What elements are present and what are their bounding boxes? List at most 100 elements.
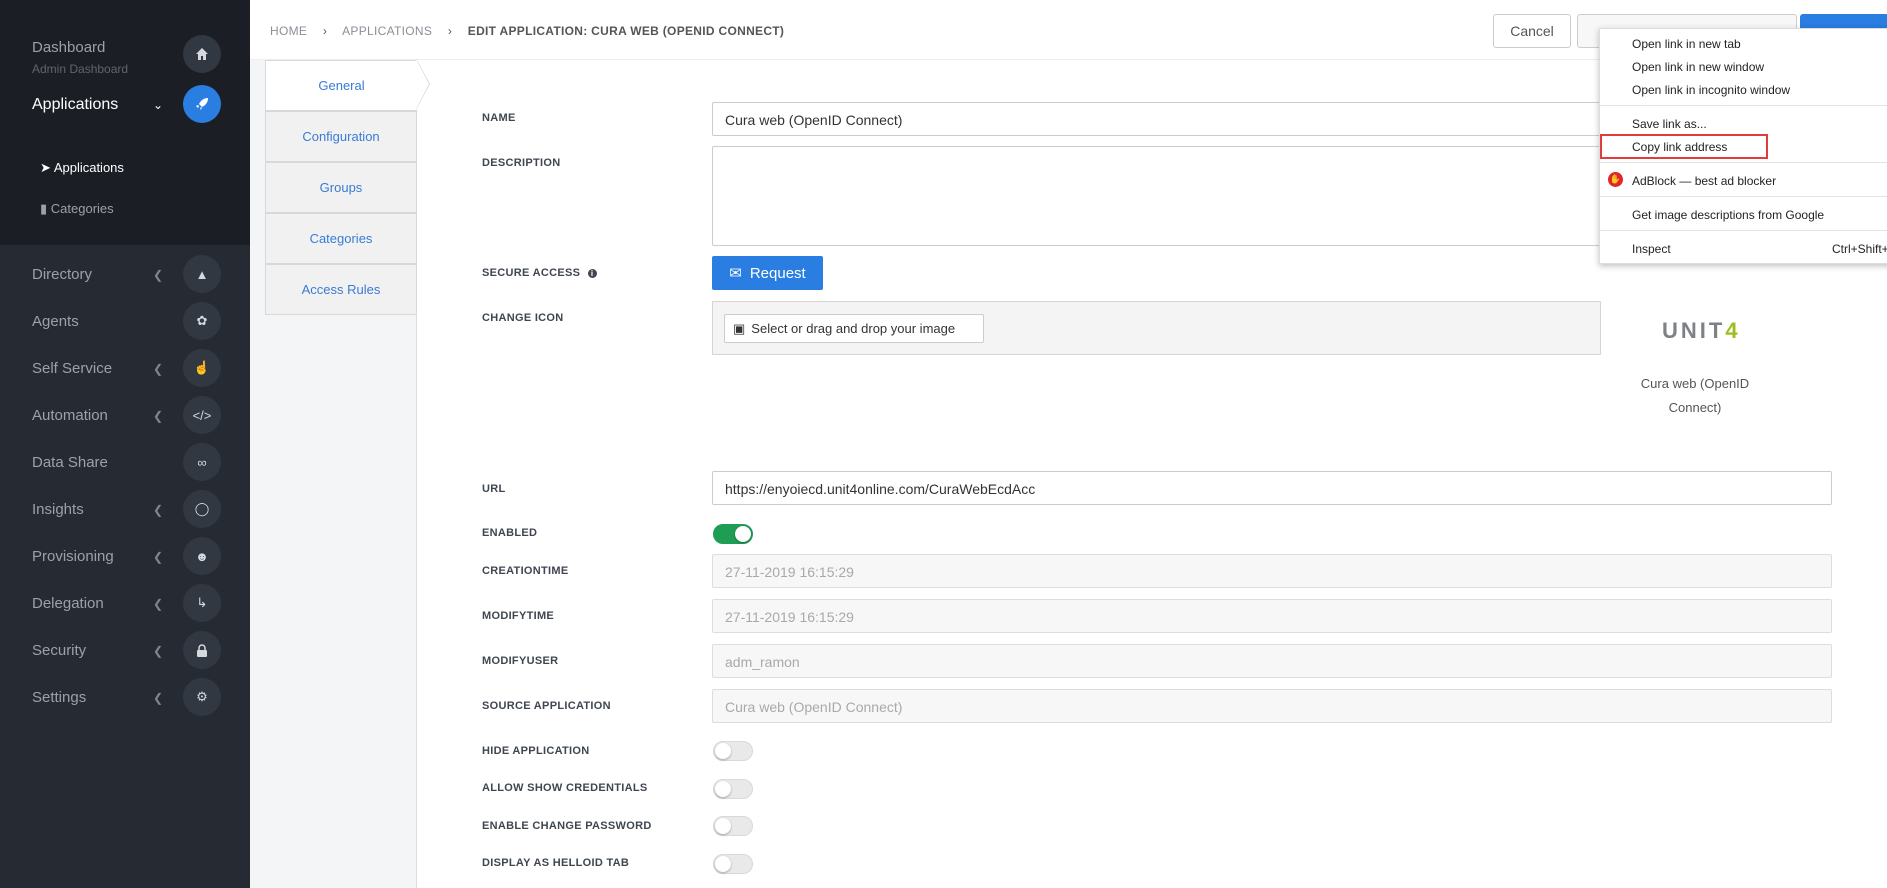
users-icon[interactable]: ☻ [183,537,221,575]
allow-show-credentials-toggle[interactable] [713,779,753,799]
sitemap-icon[interactable]: ▲ [183,255,221,293]
sidebar-submenu: ➤ Applications ▮ Categories [0,128,250,245]
sidebar-item-security[interactable]: Security [32,642,86,659]
image-icon: ▣ [733,320,746,336]
source-application-field: Cura web (OpenID Connect) [712,689,1832,723]
share-icon[interactable]: ∞ [183,443,221,481]
info-icon[interactable]: i [587,269,597,278]
enable-change-password-label: ENABLE CHANGE PASSWORD [482,820,652,832]
creationtime-label: CREATIONTIME [482,565,569,577]
name-label: NAME [482,112,516,124]
breadcrumb-applications[interactable]: APPLICATIONS [342,24,432,38]
chevron-left-icon: ❮ [153,503,164,517]
chevron-left-icon: ❮ [153,550,164,564]
sidebar-item-applications[interactable]: Applications [32,96,118,114]
menu-item-inspect[interactable]: Inspect [1632,242,1671,256]
sidebar-item-insights[interactable]: Insights [32,501,84,518]
menu-item-open-incognito[interactable]: Open link in incognito window [1632,83,1790,97]
chevron-right-icon: › [447,24,453,38]
logo-accent: 4 [1725,318,1741,343]
request-button-label: Request [749,264,806,282]
sidebar-item-agents[interactable]: Agents [32,313,79,330]
menu-divider [1600,230,1887,231]
modifyuser-field: adm_ramon [712,644,1832,678]
context-menu: Open link in new tab Open link in new wi… [1599,28,1887,264]
hide-application-label: HIDE APPLICATION [482,745,590,757]
chevron-right-icon: › [322,24,328,38]
menu-item-adblock[interactable]: AdBlock — best ad blocker [1632,174,1776,188]
tab-groups[interactable]: Groups [265,162,417,213]
url-label: URL [482,483,506,495]
code-icon[interactable]: </> [183,396,221,434]
chevron-left-icon: ❮ [153,691,164,705]
tab-access-rules[interactable]: Access Rules [265,264,417,315]
display-helloid-tab-toggle[interactable] [713,854,753,874]
display-helloid-tab-label: DISPLAY AS HELLOID TAB [482,857,630,869]
description-label: DESCRIPTION [482,157,561,169]
agents-icon[interactable]: ✿ [183,302,221,340]
creationtime-field: 27-11-2019 16:15:29 [712,554,1832,588]
chevron-left-icon: ❮ [153,597,164,611]
menu-item-open-new-window[interactable]: Open link in new window [1632,60,1764,74]
rocket-icon[interactable] [183,85,221,123]
secure-access-text: SECURE ACCESS [482,267,581,279]
menu-item-image-descriptions[interactable]: Get image descriptions from Google [1632,208,1824,222]
enabled-label: ENABLED [482,527,538,539]
cancel-button[interactable]: Cancel [1493,14,1571,48]
select-image-label: Select or drag and drop your image [751,321,956,336]
gear-icon[interactable]: ⚙ [183,678,221,716]
sidebar-subitem-categories[interactable]: ▮ Categories [40,201,114,217]
sidebar-subitem-applications[interactable]: ➤ Applications [40,160,124,176]
tab-configuration[interactable]: Configuration [265,111,417,162]
chevron-left-icon: ❮ [153,362,164,376]
level-down-icon[interactable]: ↳ [183,584,221,622]
tab-categories[interactable]: Categories [265,213,417,264]
url-input[interactable]: https://enyoiecd.unit4online.com/CuraWeb… [712,471,1832,505]
sidebar-item-dashboard[interactable]: Dashboard [32,39,105,56]
source-application-label: SOURCE APPLICATION [482,700,611,712]
sidebar-item-directory[interactable]: Directory [32,266,92,283]
app-logo: UNIT4 [1662,318,1741,344]
breadcrumb: HOME › APPLICATIONS › EDIT APPLICATION: … [270,24,784,38]
hand-pointer-icon[interactable]: ☝ [183,349,221,387]
allow-show-credentials-label: ALLOW SHOW CREDENTIALS [482,782,648,794]
breadcrumb-current: EDIT APPLICATION: CURA WEB (OPENID CONNE… [467,24,785,38]
select-image-button[interactable]: ▣ Select or drag and drop your image [724,314,984,343]
sidebar-item-delegation[interactable]: Delegation [32,595,104,612]
secure-access-label: SECURE ACCESS i [482,267,597,279]
request-button[interactable]: ✉ Request [712,256,823,290]
enable-change-password-toggle[interactable] [713,816,753,836]
menu-divider [1600,162,1887,163]
modifytime-field: 27-11-2019 16:15:29 [712,599,1832,633]
change-icon-label: CHANGE ICON [482,312,564,324]
chevron-left-icon: ❮ [153,409,164,423]
sidebar-subitem-label: Categories [50,201,114,216]
enabled-toggle[interactable] [713,524,753,544]
active-tab-pointer-fill [416,59,429,109]
home-icon[interactable] [183,35,221,73]
modifytime-label: MODIFYTIME [482,610,555,622]
breadcrumb-home[interactable]: HOME [270,24,307,38]
sidebar-item-provisioning[interactable]: Provisioning [32,548,114,565]
chevron-left-icon: ❮ [153,268,164,282]
tab-general[interactable]: General [265,60,417,111]
lightbulb-icon[interactable]: ◯ [183,490,221,528]
sidebar-item-settings[interactable]: Settings [32,689,86,706]
sidebar-item-self-service[interactable]: Self Service [32,360,112,377]
menu-shortcut-inspect: Ctrl+Shift+ [1832,242,1887,256]
menu-item-copy-link-address[interactable]: Copy link address [1632,140,1727,154]
menu-divider [1600,105,1887,106]
sidebar-dashboard-subtitle: Admin Dashboard [32,62,129,76]
chevron-down-icon: ⌄ [153,98,164,112]
sidebar-item-data-share[interactable]: Data Share [32,454,108,471]
hide-application-toggle[interactable] [713,741,753,761]
modifyuser-label: MODIFYUSER [482,655,559,667]
sidebar-subitem-label: Applications [53,160,124,175]
chevron-left-icon: ❮ [153,644,164,658]
menu-item-open-new-tab[interactable]: Open link in new tab [1632,37,1741,51]
menu-item-save-link-as[interactable]: Save link as... [1632,117,1707,131]
app-preview-caption: Cura web (OpenID Connect) [1640,376,1750,415]
rocket-icon: ➤ [40,160,51,175]
sidebar-item-automation[interactable]: Automation [32,407,108,424]
lock-icon[interactable] [183,631,221,669]
